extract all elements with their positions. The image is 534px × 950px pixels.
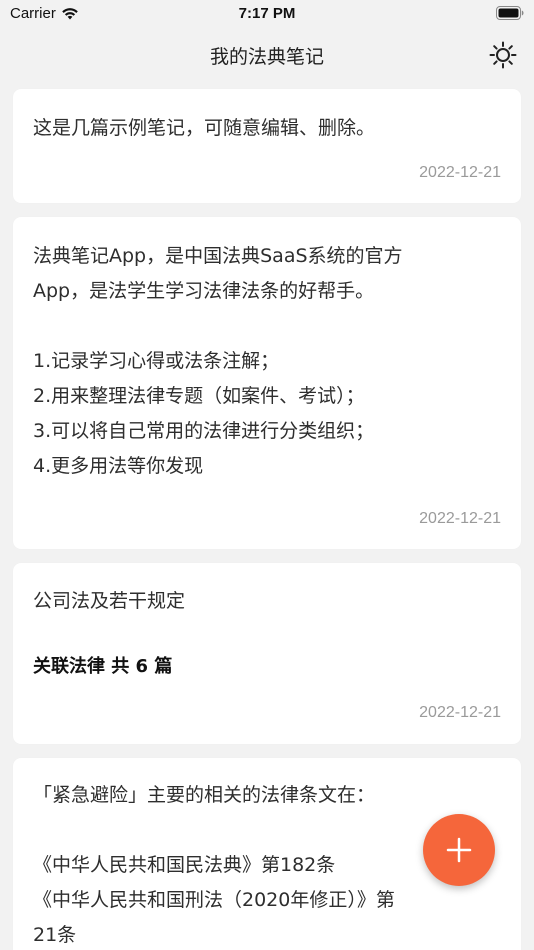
add-note-button[interactable] <box>423 814 495 886</box>
note-card[interactable]: 公司法及若干规定 关联法律 共 6 篇 2022-12-21 <box>13 563 521 744</box>
note-date: 2022-12-21 <box>419 704 501 721</box>
sun-icon <box>489 41 517 69</box>
battery-icon <box>496 6 524 24</box>
note-text: 公司法及若干规定 <box>33 590 186 612</box>
note-card[interactable]: 这是几篇示例笔记，可随意编辑、删除。 2022-12-21 <box>13 89 521 203</box>
theme-toggle-button[interactable] <box>488 40 518 70</box>
note-date: 2022-12-21 <box>419 510 501 527</box>
note-date: 2022-12-21 <box>419 164 501 181</box>
note-card[interactable]: 法典笔记App，是中国法典SaaS系统的官方 App，是法学生学习法律法条的好帮… <box>13 217 521 549</box>
note-text: 法典笔记App，是中国法典SaaS系统的官方 App，是法学生学习法律法条的好帮… <box>33 245 403 477</box>
status-bar: Carrier 7:17 PM <box>0 0 534 30</box>
page-title: 我的法典笔记 <box>209 46 324 68</box>
note-text: 这是几篇示例笔记，可随意编辑、删除。 <box>33 117 376 139</box>
navigation-bar: 我的法典笔记 <box>0 30 534 80</box>
related-laws-label: 关联法律 共 6 篇 <box>33 656 173 677</box>
status-time: 7:17 PM <box>238 5 296 22</box>
plus-icon <box>446 837 472 863</box>
